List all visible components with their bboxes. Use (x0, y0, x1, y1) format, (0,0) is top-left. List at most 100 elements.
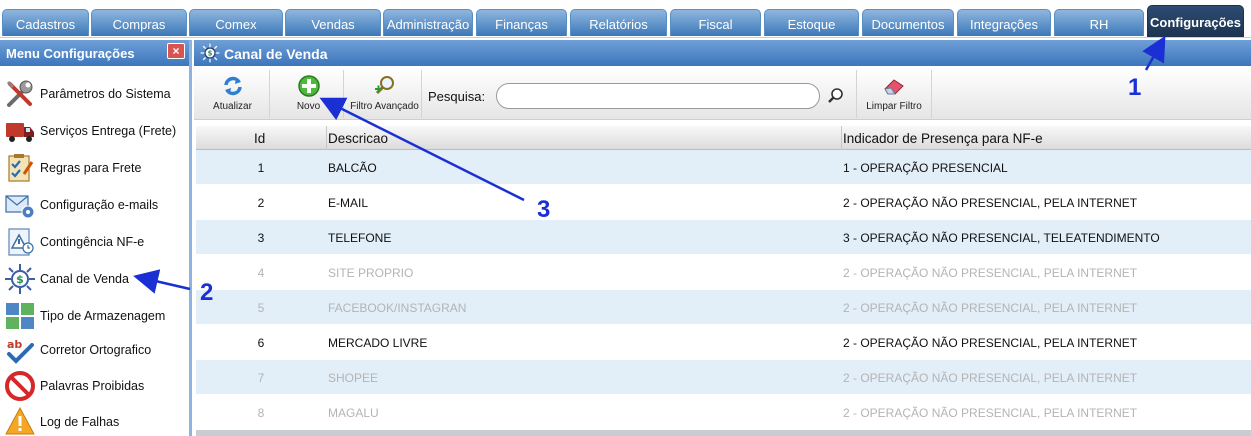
column-header-id[interactable]: Id (254, 131, 265, 146)
column-divider (326, 126, 327, 150)
tab-estoque[interactable]: Estoque (764, 9, 859, 36)
sidebar: Menu Configurações × Parâmetros do Siste… (0, 40, 192, 436)
table-row[interactable]: 7 SHOPEE 2 - OPERAÇÃO NÃO PRESENCIAL, PE… (196, 360, 1251, 395)
sidebar-item-config-emails[interactable]: Configuração e-mails (0, 187, 189, 223)
spellcheck-icon: ab (7, 338, 34, 364)
cell-id: 4 (257, 266, 265, 280)
new-button[interactable]: Novo (274, 70, 344, 118)
cell-id: 3 (257, 231, 265, 245)
tab-fiscal[interactable]: Fiscal (670, 9, 761, 36)
cell-id: 8 (257, 406, 265, 420)
svg-text:$: $ (208, 50, 213, 58)
table-row[interactable]: 5 FACEBOOK/INSTAGRAN 2 - OPERAÇÃO NÃO PR… (196, 290, 1251, 325)
magnifier-plus-icon (374, 76, 394, 95)
search-input[interactable] (496, 83, 820, 109)
annotation-number-3: 3 (537, 196, 551, 223)
clear-filter-button[interactable]: Limpar Filtro (856, 70, 932, 118)
cell-indicador: 3 - OPERAÇÃO NÃO PRESENCIAL, TELEATENDIM… (843, 231, 1160, 245)
cell-id: 2 (257, 196, 265, 210)
search-icon[interactable] (826, 86, 846, 106)
advanced-filter-label: Filtro Avançado (350, 101, 419, 112)
sidebar-item-palavras-proibidas[interactable]: Palavras Proibidas (0, 368, 189, 404)
tab-relatorios[interactable]: Relatórios (570, 9, 667, 36)
cell-descricao: TELEFONE (328, 231, 392, 245)
tools-icon (6, 80, 33, 107)
table-row[interactable]: 8 MAGALU 2 - OPERAÇÃO NÃO PRESENCIAL, PE… (196, 395, 1251, 430)
checklist-icon (8, 154, 34, 182)
cell-descricao: E-MAIL (328, 196, 369, 210)
cell-id: 1 (257, 161, 265, 175)
search-label: Pesquisa: (428, 89, 486, 104)
sidebar-item-label: Tipo de Armazenagem (40, 309, 166, 323)
sidebar-item-parametros[interactable]: Parâmetros do Sistema (0, 76, 189, 112)
sidebar-item-contingencia[interactable]: Contingência NF-e (0, 224, 189, 260)
tab-rh[interactable]: RH (1054, 9, 1144, 36)
forbidden-icon (5, 371, 35, 401)
tab-integracoes[interactable]: Integrações (957, 9, 1051, 36)
sidebar-header: Menu Configurações × (0, 40, 189, 66)
sidebar-item-label: Log de Falhas (40, 415, 120, 429)
table-row[interactable]: 6 MERCADO LIVRE 2 - OPERAÇÃO NÃO PRESENC… (196, 325, 1251, 360)
cell-descricao: SHOPEE (328, 371, 379, 385)
app-window: Cadastros Compras Comex Vendas Administr… (0, 0, 1251, 436)
page-title: Canal de Venda (224, 46, 328, 62)
cell-id: 7 (257, 371, 265, 385)
sidebar-item-tipo-armazenagem[interactable]: Tipo de Armazenagem (0, 298, 189, 334)
warning-icon (5, 406, 35, 435)
cell-descricao: MAGALU (328, 406, 379, 420)
cell-indicador: 2 - OPERAÇÃO NÃO PRESENCIAL, PELA INTERN… (843, 266, 1138, 280)
sidebar-item-label: Contingência NF-e (40, 235, 145, 249)
main-menu-tabs: Cadastros Compras Comex Vendas Administr… (0, 0, 1251, 38)
document-warning-icon (8, 228, 34, 256)
sidebar-item-servicos-entrega[interactable]: Serviços Entrega (Frete) (0, 113, 189, 149)
sidebar-item-corretor[interactable]: ab Corretor Ortografico (0, 332, 189, 368)
main-panel: $ Canal de Venda Atualizar Novo Filtro A… (194, 40, 1251, 436)
new-label: Novo (296, 101, 321, 112)
panel-header: $ Canal de Venda (194, 40, 1251, 66)
sidebar-item-label: Canal de Venda (40, 272, 129, 286)
cell-descricao: SITE PROPRIO (328, 266, 414, 280)
tab-cadastros[interactable]: Cadastros (2, 9, 89, 36)
sidebar-title: Menu Configurações (6, 46, 135, 61)
table-row[interactable]: 3 TELEFONE 3 - OPERAÇÃO NÃO PRESENCIAL, … (196, 220, 1251, 255)
sales-channel-icon: $ (200, 43, 220, 63)
tab-financas[interactable]: Finanças (476, 9, 567, 36)
cell-descricao: FACEBOOK/INSTAGRAN (328, 301, 467, 315)
sidebar-item-label: Serviços Entrega (Frete) (40, 124, 177, 138)
sidebar-item-label: Corretor Ortografico (40, 343, 152, 357)
tab-compras[interactable]: Compras (91, 9, 187, 36)
sidebar-item-label: Palavras Proibidas (40, 379, 145, 393)
annotation-number-2: 2 (200, 279, 214, 306)
tab-vendas[interactable]: Vendas (285, 9, 381, 36)
sidebar-item-canal-venda[interactable]: $ Canal de Venda (0, 261, 189, 297)
cell-id: 5 (257, 301, 265, 315)
horizontal-scrollbar[interactable] (196, 430, 1251, 436)
sidebar-item-regras-frete[interactable]: Regras para Frete (0, 150, 189, 186)
tab-documentos[interactable]: Documentos (862, 9, 954, 36)
table-row[interactable]: 1 BALCÃO 1 - OPERAÇÃO PRESENCIAL (196, 150, 1251, 185)
cell-indicador: 2 - OPERAÇÃO NÃO PRESENCIAL, PELA INTERN… (843, 196, 1138, 210)
table-row[interactable]: 4 SITE PROPRIO 2 - OPERAÇÃO NÃO PRESENCI… (196, 255, 1251, 290)
sidebar-item-label: Configuração e-mails (40, 198, 159, 212)
cell-indicador: 2 - OPERAÇÃO NÃO PRESENCIAL, PELA INTERN… (843, 336, 1138, 350)
sidebar-close-button[interactable]: × (167, 43, 185, 59)
advanced-filter-button[interactable]: Filtro Avançado (348, 70, 422, 118)
email-gear-icon (5, 195, 35, 219)
refresh-label: Atualizar (213, 101, 252, 112)
cell-id: 6 (257, 336, 265, 350)
refresh-button[interactable]: Atualizar (196, 70, 270, 118)
sidebar-item-label: Parâmetros do Sistema (40, 87, 171, 101)
sidebar-item-log-falhas[interactable]: Log de Falhas (0, 404, 189, 436)
cell-indicador: 2 - OPERAÇÃO NÃO PRESENCIAL, PELA INTERN… (843, 301, 1138, 315)
data-grid: Id Descricao Indicador de Presença para … (196, 126, 1251, 436)
add-circle-icon (297, 75, 320, 97)
tab-administracao[interactable]: Administração (383, 9, 473, 36)
tab-configuracoes[interactable]: Configurações (1147, 5, 1244, 37)
column-header-descricao[interactable]: Descricao (328, 131, 388, 146)
tab-comex[interactable]: Comex (189, 9, 283, 36)
sidebar-item-label: Regras para Frete (40, 161, 142, 175)
cell-indicador: 1 - OPERAÇÃO PRESENCIAL (843, 161, 1008, 175)
column-header-indicador[interactable]: Indicador de Presença para NF-e (843, 131, 1043, 146)
cell-indicador: 2 - OPERAÇÃO NÃO PRESENCIAL, PELA INTERN… (843, 371, 1138, 385)
table-row[interactable]: 2 E-MAIL 2 - OPERAÇÃO NÃO PRESENCIAL, PE… (196, 185, 1251, 220)
